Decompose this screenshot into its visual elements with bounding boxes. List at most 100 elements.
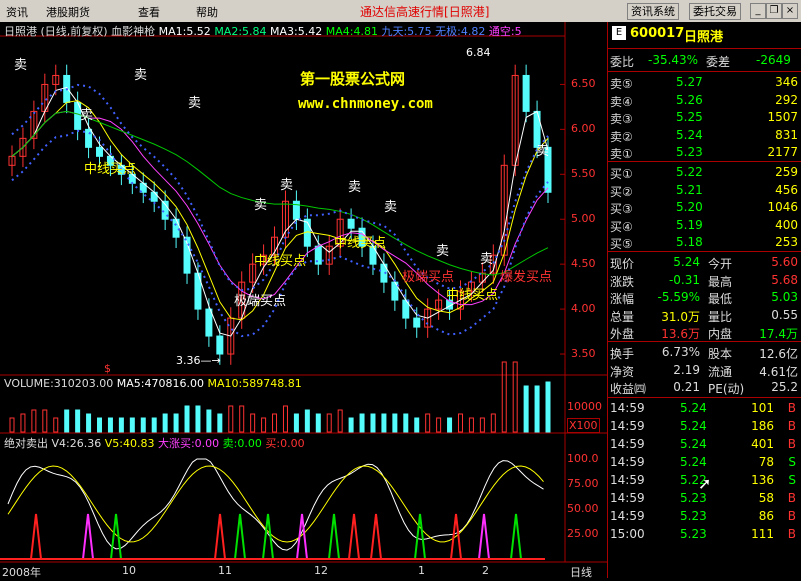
- sell-label: 卖: [254, 198, 268, 213]
- signal-spike: [413, 513, 427, 560]
- menu-item-hk-futures[interactable]: 港股期货: [46, 4, 90, 20]
- mid-buy-label: 中线买点: [334, 236, 387, 251]
- chart-area[interactable]: 日照港 (日线,前复权) 血影神枪 MA1:5.52 MA2:5.84 MA3:…: [0, 22, 607, 579]
- volume-bar: [468, 417, 474, 433]
- signal-spike: [109, 513, 123, 560]
- ask-level-row: 卖② 5.24 831: [610, 127, 798, 144]
- volume-bar: [151, 417, 157, 433]
- lower-axis-label: 100.0: [567, 452, 599, 465]
- volume-bar: [75, 409, 81, 433]
- ask-level-row: 卖③ 5.25 1507: [610, 110, 798, 126]
- tick-row: 14:59 5.24 401 B: [610, 437, 796, 451]
- volume-bar: [447, 417, 453, 433]
- volume-bar: [436, 417, 442, 433]
- volume-bar: [282, 405, 288, 433]
- price-axis-label: 4.00: [571, 302, 596, 316]
- bid-level-row: 买⑤ 5.18 253: [610, 235, 798, 251]
- sell-label: 卖: [134, 68, 148, 83]
- sell-label: 卖: [280, 178, 294, 193]
- quote-stat-row: 涨幅 -5.59% 最低 5.03: [610, 290, 798, 306]
- candle-body: [205, 308, 213, 337]
- quote-panel: E 600017 日照港 委比 -35.43% 委差 -2649 卖⑤ 5.27 3…: [607, 22, 801, 578]
- price-axis-label: 4.50: [571, 257, 596, 271]
- volume-bar: [457, 413, 463, 433]
- candle-body: [172, 218, 180, 238]
- fundamental-row: 收益㈣ 0.21 PE(动) 25.2: [610, 380, 798, 396]
- price-axis-label: 5.00: [571, 212, 596, 226]
- candle-body: [85, 128, 93, 148]
- watermark-url: www.chnmoney.com: [298, 96, 433, 112]
- volume-bar: [425, 413, 431, 433]
- sell-label: 卖: [14, 58, 28, 73]
- v5-line: [7, 465, 544, 543]
- ask-level-row: 卖④ 5.26 292: [610, 92, 798, 109]
- volume-bar: [239, 405, 245, 433]
- fundamental-row: 净资 2.19 流通 4.61亿: [610, 362, 798, 379]
- sell-label: 卖: [436, 244, 450, 259]
- close-icon[interactable]: ×: [782, 3, 798, 19]
- stock-icon: E: [612, 26, 626, 40]
- ask-level-row: 卖⑤ 5.27 346: [610, 75, 798, 91]
- volume-bar: [86, 413, 92, 433]
- quote-stat-row: 涨跌 -0.31 最高 5.68: [610, 272, 798, 289]
- volume-bar: [173, 413, 179, 433]
- sell-label: 卖: [480, 252, 494, 267]
- menu-item-info[interactable]: 资讯: [6, 4, 28, 20]
- volume-bar: [392, 413, 398, 433]
- volume-bar: [479, 417, 485, 433]
- volume-bar: [370, 413, 376, 433]
- volume-bar: [337, 409, 343, 433]
- signal-spike: [477, 513, 491, 560]
- candle-body: [522, 74, 530, 112]
- volume-bar: [381, 413, 387, 433]
- candle-body: [150, 191, 158, 202]
- minimize-icon[interactable]: _: [750, 3, 766, 19]
- quote-stat-row: 总量 31.0万 量比 0.55: [610, 307, 798, 324]
- lower-axis-label: 25.00: [567, 527, 599, 540]
- sell-label: 卖: [536, 144, 550, 159]
- candle-body: [216, 335, 224, 355]
- price-axis-label: 6.00: [571, 122, 596, 136]
- volume-bar: [217, 413, 223, 433]
- signal-spike: [81, 513, 95, 560]
- quote-stat-row: 现价 5.24 今开 5.60: [610, 255, 798, 271]
- v4-line: [7, 458, 544, 551]
- menu-item-view[interactable]: 查看: [138, 4, 160, 20]
- bid-level-row: 买① 5.22 259: [610, 165, 798, 181]
- volume-bar: [414, 417, 420, 433]
- volume-bar: [107, 417, 113, 433]
- volume-unit: X100: [567, 418, 600, 433]
- candle-body: [96, 146, 104, 157]
- sell-label: 卖: [188, 96, 202, 111]
- volume-bar: [293, 413, 299, 433]
- volume-bar: [261, 417, 267, 433]
- mid-buy-label: 中线买点: [446, 288, 499, 303]
- volume-bar: [118, 417, 124, 433]
- info-system-button[interactable]: 资讯系统: [627, 3, 679, 20]
- candle-body: [292, 200, 300, 220]
- time-axis-label: 1: [418, 564, 425, 577]
- trade-button[interactable]: 委托交易: [689, 3, 741, 20]
- volume-axis-top: 10000: [567, 400, 602, 413]
- signal-spike: [213, 513, 227, 560]
- signal-spike: [295, 513, 309, 560]
- volume-bar: [348, 417, 354, 433]
- candle-body: [347, 218, 355, 229]
- mid-buy-label: 中线买点: [254, 254, 307, 269]
- volume-bar: [315, 413, 321, 433]
- bid-level-row: 买③ 5.20 1046: [610, 200, 798, 216]
- volume-bar: [326, 413, 332, 433]
- volume-bar: [129, 417, 135, 433]
- fundamental-row: 换手 6.73% 股本 12.6亿: [610, 345, 798, 361]
- menu-bar: 资讯 港股期货 查看 帮助 通达信高速行情[日照港] 资讯系统 委托交易 _ ❐…: [0, 0, 801, 23]
- ma-line-magenta: [11, 110, 549, 306]
- signal-spike: [347, 513, 361, 560]
- volume-bar: [97, 417, 103, 433]
- volume-bar: [545, 381, 551, 433]
- volume-bar: [206, 409, 212, 433]
- volume-bar: [64, 409, 70, 433]
- extreme-buy-label: 极端买点: [402, 270, 455, 285]
- sell-label: 卖: [348, 180, 362, 195]
- restore-icon[interactable]: ❐: [766, 3, 782, 19]
- menu-item-help[interactable]: 帮助: [196, 4, 218, 20]
